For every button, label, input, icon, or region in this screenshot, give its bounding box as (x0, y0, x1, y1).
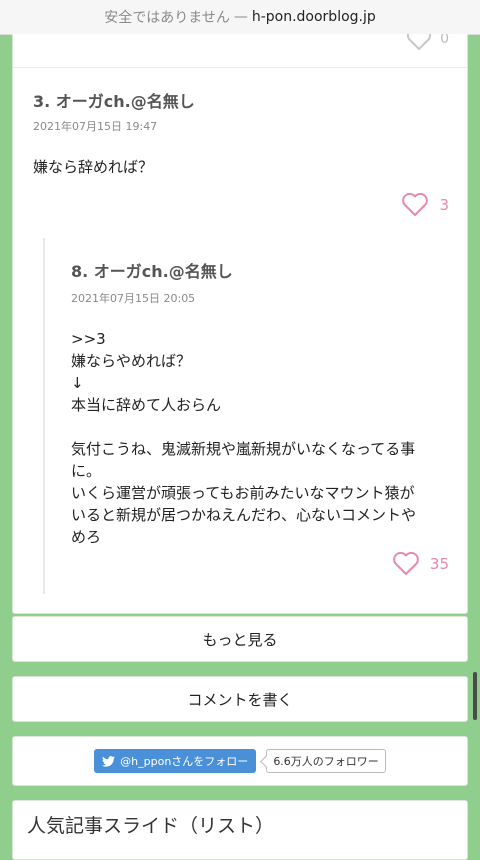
top-like-button[interactable]: 0 (406, 34, 449, 50)
like-button[interactable]: 3 (401, 192, 449, 217)
like-count: 35 (429, 554, 449, 573)
section-title: 人気記事スライド（リスト） (27, 815, 275, 837)
comment-item: 3. オーガch.@名無し 2021年07月15日 19:47 嫌なら辞めれば？ (33, 88, 453, 178)
popular-articles-card: 人気記事スライド（リスト） (12, 800, 468, 860)
write-comment-button[interactable]: コメントを書く (12, 676, 468, 722)
comment-date: 2021年07月15日 19:47 (33, 120, 158, 133)
twitter-follow-card: @h_pponさんをフォロー 6.6万人のフォロワー (12, 736, 468, 786)
twitter-follow-button[interactable]: @h_pponさんをフォロー (94, 749, 257, 773)
reply-anchor-link[interactable]: >>3 (71, 328, 461, 350)
comment-author: 3. オーガch.@名無し (33, 92, 195, 111)
more-button[interactable]: もっと見る (12, 616, 468, 662)
heart-icon (393, 551, 419, 575)
twitter-follow-widget: @h_pponさんをフォロー 6.6万人のフォロワー (94, 749, 386, 773)
follower-count[interactable]: 6.6万人のフォロワー (266, 749, 386, 773)
like-count: 3 (439, 195, 449, 214)
comment-author: 8. オーガch.@名無し (71, 262, 233, 281)
reply-indent-line (43, 238, 45, 594)
insecure-label: 安全ではありません (104, 10, 230, 26)
top-like-count: 0 (440, 34, 449, 47)
divider (13, 67, 467, 68)
heart-icon (406, 34, 432, 50)
comment-item: 8. オーガch.@名無し 2021年07月15日 20:05 >>3 嫌ならや… (71, 258, 461, 548)
write-comment-label: コメントを書く (187, 690, 293, 709)
twitter-follow-label: @h_pponさんをフォロー (120, 755, 249, 768)
twitter-bird-icon (102, 755, 116, 767)
comment-body: 嫌なら辞めれば？ (33, 158, 154, 176)
comment-date: 2021年07月15日 20:05 (71, 292, 196, 305)
heart-icon (402, 192, 429, 216)
address-bar[interactable]: 安全ではありません — h-pon.doorblog.jp (0, 0, 480, 35)
url-separator: — (233, 9, 248, 25)
comments-card: 0 3. オーガch.@名無し 2021年07月15日 19:47 嫌なら辞めれ… (12, 34, 468, 614)
more-button-label: もっと見る (202, 630, 278, 649)
like-button[interactable]: 35 (392, 551, 449, 576)
scrollbar[interactable] (473, 672, 477, 720)
comment-body: 嫌ならやめれば？ ↓ 本当に辞めて人おらん 気付こうね、鬼滅新規や嵐新規がいなく… (71, 352, 417, 546)
url-domain: h-pon.doorblog.jp (251, 9, 376, 25)
